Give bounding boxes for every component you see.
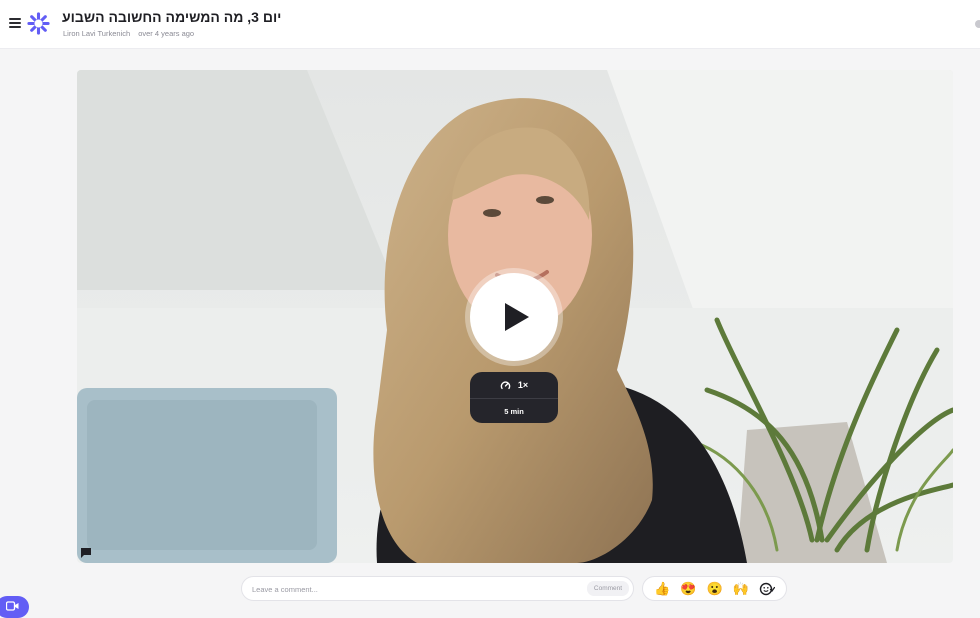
add-reaction-icon[interactable] [759,582,775,596]
playback-speed-icon [500,380,511,389]
video-title: יום 3, מה המשימה החשובה השבוע [62,9,282,25]
comment-input[interactable] [250,580,574,599]
video-camera-icon [6,601,19,611]
reaction-surprised[interactable]: 😮 [706,581,722,596]
reaction-heart-eyes[interactable]: 😍 [680,581,696,596]
playback-speed-button[interactable]: 1× [470,372,558,398]
video-duration: 5 min [504,406,524,416]
play-button[interactable] [470,273,558,361]
speed-value: 1× [517,380,529,390]
avatar[interactable] [975,20,980,28]
loom-logo-icon[interactable] [27,12,50,35]
reaction-thumbs-up[interactable]: 👍 [654,581,670,596]
top-bar: יום 3, מה המשימה החשובה השבוע Liron Lavi… [0,0,980,49]
comment-box: Comment [241,576,634,601]
timestamp: over 4 years ago [138,29,195,38]
reactions-bar: 👍 😍 😮 🙌 [642,576,787,601]
speed-control: 1× 5 min [470,372,558,423]
comment-bubble-icon[interactable] [80,547,92,559]
video-meta: Liron Lavi Turkenich over 4 years ago [63,29,194,38]
reaction-raised-hands[interactable]: 🙌 [733,581,749,596]
comment-button[interactable]: Comment [587,581,629,596]
record-button[interactable] [0,596,29,618]
video-player[interactable]: 1× 5 min [77,70,953,563]
hamburger-menu-icon[interactable] [9,18,21,28]
author-name[interactable]: Liron Lavi Turkenich [63,29,130,38]
play-icon [505,303,529,331]
